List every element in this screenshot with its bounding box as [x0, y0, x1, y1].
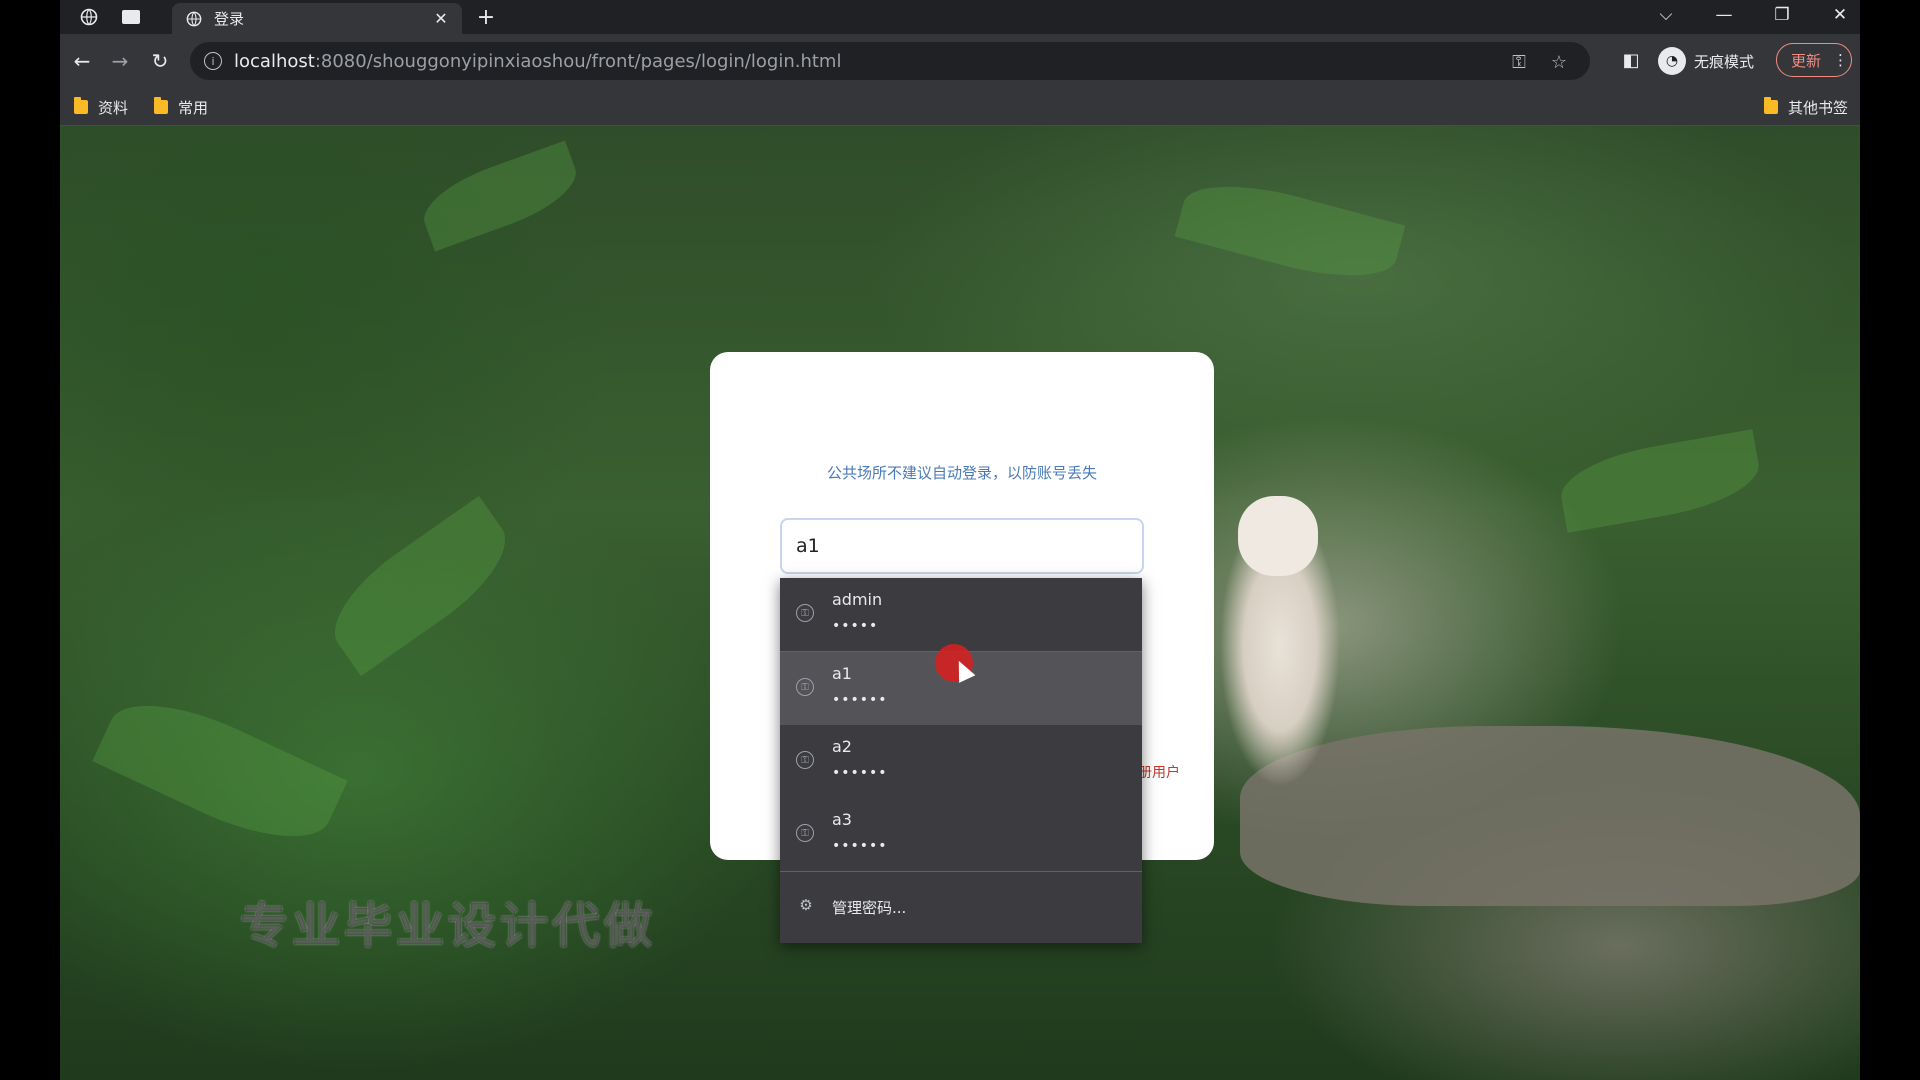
tab-login[interactable]: 登录 ✕: [172, 3, 462, 34]
update-button[interactable]: 更新 ⋮: [1776, 43, 1852, 77]
globe-icon: [184, 9, 204, 29]
autofill-item-admin[interactable]: ⚿ admin •••••: [780, 578, 1142, 651]
left-bezel: [0, 0, 60, 1080]
watermark-text: 专业毕业设计代做: [240, 898, 657, 954]
bookmark-folder-changyong[interactable]: 常用: [154, 96, 208, 118]
close-icon[interactable]: ✕: [430, 8, 452, 30]
autofill-item-a2[interactable]: ⚿ a2 ••••••: [780, 725, 1142, 798]
incognito-indicator[interactable]: ◔ 无痕模式: [1658, 45, 1754, 77]
close-window-icon[interactable]: ✕: [1820, 2, 1860, 28]
background-tiger-head: [1238, 496, 1318, 576]
forward-arrow-icon[interactable]: →: [106, 47, 134, 75]
info-icon[interactable]: i: [204, 52, 222, 70]
minimize-icon[interactable]: —: [1704, 2, 1744, 28]
incognito-label: 无痕模式: [1694, 52, 1755, 71]
autofill-password: ••••••: [832, 765, 888, 781]
autofill-username: a1: [832, 664, 852, 683]
background-foliage: [1174, 168, 1406, 294]
chevron-down-icon[interactable]: ⌵: [1646, 2, 1686, 28]
autofill-item-a3[interactable]: ⚿ a3 ••••••: [780, 798, 1142, 871]
update-label: 更新: [1791, 51, 1822, 70]
background-foliage: [1555, 429, 1765, 533]
background-foliage: [92, 679, 348, 863]
key-icon[interactable]: ⚿: [1508, 51, 1530, 73]
star-icon[interactable]: ☆: [1548, 51, 1570, 73]
auto-login-notice: 公共场所不建议自动登录，以防账号丢失: [826, 464, 1097, 482]
incognito-icon: ◔: [1658, 47, 1686, 75]
background-foliage: [315, 495, 525, 677]
password-autofill-dropdown: ⚿ admin ••••• ⚿ a1 •••••• ⚿ a2 •••••• ⚿ …: [780, 578, 1142, 943]
manage-passwords-label: 管理密码...: [832, 899, 907, 917]
autofill-username: a2: [832, 737, 852, 756]
back-arrow-icon[interactable]: ←: [68, 47, 96, 75]
reload-icon[interactable]: ↻: [146, 47, 174, 75]
sidepanel-icon[interactable]: ◧: [1620, 49, 1642, 71]
right-bezel: [1860, 0, 1920, 1080]
folder-icon: [1764, 97, 1778, 114]
browser-window: 登录 ✕ + ⌵ — ❐ ✕ ← → ↻ i localhost:8080/sh…: [60, 0, 1860, 1080]
bookmark-folder-ziliao[interactable]: 资料: [74, 96, 128, 118]
manage-passwords-item[interactable]: ⚙ 管理密码...: [780, 871, 1142, 943]
key-icon: ⚿: [796, 751, 814, 769]
bookmark-folder-other[interactable]: 其他书签: [1764, 96, 1848, 118]
toolbar: ← → ↻ i localhost:8080/shouggonyipinxiao…: [60, 34, 1860, 88]
autofill-password: ••••••: [832, 838, 888, 854]
key-icon: ⚿: [796, 824, 814, 842]
tab-title: 登录: [214, 10, 245, 28]
globe-icon[interactable]: [74, 4, 104, 30]
background-foliage: [414, 140, 586, 252]
address-bar[interactable]: i localhost:8080/shouggonyipinxiaoshou/f…: [190, 42, 1590, 80]
folder-icon: [74, 97, 88, 114]
plus-icon[interactable]: +: [472, 4, 500, 30]
bookmarks-bar: 资料 常用 其他书签: [60, 88, 1860, 126]
folder-icon: [154, 97, 168, 114]
key-icon: ⚿: [796, 678, 814, 696]
username-input[interactable]: [780, 518, 1144, 574]
autofill-password: •••••: [832, 618, 879, 634]
window-icon[interactable]: [116, 4, 146, 30]
gear-icon: ⚙: [799, 896, 813, 914]
autofill-password: ••••••: [832, 692, 888, 708]
autofill-username: admin: [832, 590, 883, 609]
more-icon[interactable]: ⋮: [1833, 51, 1848, 69]
tab-strip: 登录 ✕ + ⌵ — ❐ ✕: [60, 0, 1860, 34]
restore-icon[interactable]: ❐: [1762, 2, 1802, 28]
url-text: localhost:8080/shouggonyipinxiaoshou/fro…: [234, 50, 842, 72]
autofill-username: a3: [832, 810, 852, 829]
key-icon: ⚿: [796, 604, 814, 622]
